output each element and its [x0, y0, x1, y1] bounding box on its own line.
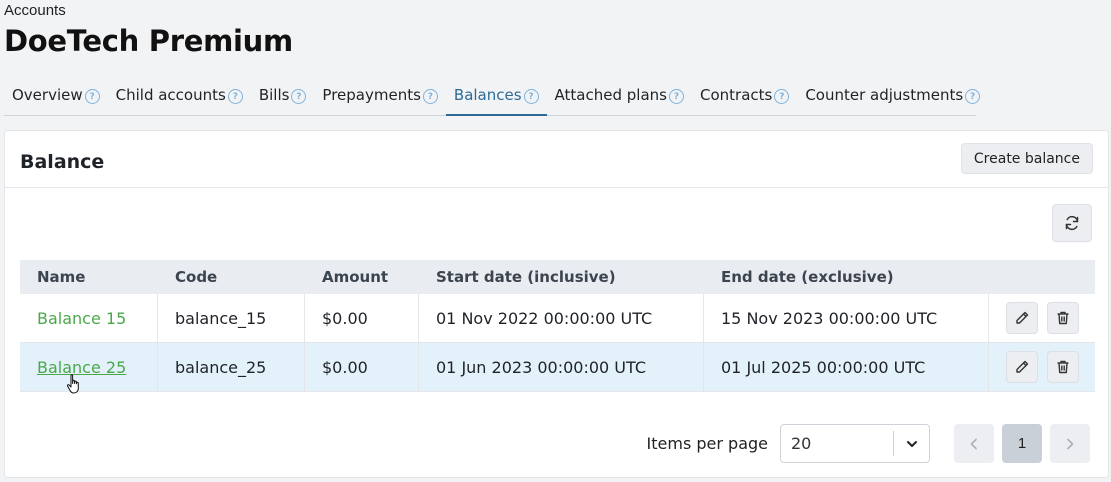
help-icon[interactable]: ?	[422, 89, 438, 104]
help-icon[interactable]: ?	[291, 89, 307, 104]
column-header-name[interactable]: Name	[20, 260, 158, 294]
balances-table: Name Code Amount Start date (inclusive) …	[20, 260, 1095, 392]
start-date-cell: 01 Nov 2022 00:00:00 UTC	[419, 294, 704, 342]
help-icon[interactable]: ?	[523, 89, 539, 104]
help-icon[interactable]: ?	[774, 89, 790, 104]
trash-icon	[1057, 360, 1069, 374]
create-balance-button[interactable]: Create balance	[960, 143, 1093, 174]
table-header: Name Code Amount Start date (inclusive) …	[20, 260, 1095, 294]
help-icon[interactable]: ?	[227, 89, 243, 104]
column-header-actions	[989, 260, 1095, 294]
delete-button[interactable]	[1047, 302, 1079, 334]
page-title: DoeTech Premium	[4, 24, 293, 58]
actions-cell	[989, 343, 1095, 391]
start-date-cell: 01 Jun 2023 00:00:00 UTC	[419, 343, 704, 391]
tab-label: Prepayments	[322, 86, 421, 104]
column-header-amount[interactable]: Amount	[305, 260, 419, 294]
tab-label: Overview	[12, 86, 83, 104]
items-per-page-label: Items per page	[646, 434, 768, 453]
tab-bar: Overview? Child accounts? Bills? Prepaym…	[4, 81, 981, 116]
table-row[interactable]: Balance 15 balance_15 $0.00 01 Nov 2022 …	[20, 294, 1095, 343]
name-cell: Balance 15	[20, 294, 158, 342]
tab-label: Contracts	[699, 86, 773, 104]
refresh-icon	[1065, 215, 1079, 231]
previous-page-button[interactable]	[954, 424, 994, 463]
pencil-icon	[1016, 311, 1029, 324]
refresh-button[interactable]	[1052, 204, 1092, 242]
next-page-button[interactable]	[1050, 424, 1090, 463]
amount-cell: $0.00	[305, 294, 419, 342]
table-row[interactable]: Balance 25 balance_25 $0.00 01 Jun 2023 …	[20, 343, 1095, 392]
actions-cell	[989, 294, 1095, 342]
tab-label: Child accounts	[115, 86, 226, 104]
help-icon[interactable]: ?	[965, 89, 981, 104]
balance-card: Balance Create balance Name Code Amount …	[4, 130, 1109, 478]
items-per-page-select[interactable]: 20	[780, 424, 930, 463]
end-date-cell: 15 Nov 2023 00:00:00 UTC	[704, 294, 989, 342]
tab-bills[interactable]: Bills?	[251, 81, 315, 116]
card-header: Balance Create balance	[5, 131, 1108, 188]
tab-label: Counter adjustments	[805, 86, 964, 104]
tab-overview[interactable]: Overview?	[4, 81, 108, 116]
page-button[interactable]: 1	[1002, 424, 1042, 463]
end-date-cell: 01 Jul 2025 00:00:00 UTC	[704, 343, 989, 391]
name-cell: Balance 25	[20, 343, 158, 391]
tab-attached-plans[interactable]: Attached plans?	[547, 81, 692, 116]
amount-cell: $0.00	[305, 343, 419, 391]
tab-label: Bills	[258, 86, 290, 104]
trash-icon	[1057, 311, 1069, 325]
help-icon[interactable]: ?	[84, 89, 100, 104]
chevron-left-icon	[970, 438, 977, 449]
card-title: Balance	[20, 151, 105, 173]
column-header-code[interactable]: Code	[158, 260, 305, 294]
help-icon[interactable]: ?	[668, 89, 684, 104]
delete-button[interactable]	[1047, 351, 1079, 383]
breadcrumb[interactable]: Accounts	[4, 2, 66, 19]
pagination: Items per page 20 1	[647, 424, 1090, 463]
chevron-right-icon	[1067, 438, 1074, 449]
tab-prepayments[interactable]: Prepayments?	[314, 81, 445, 116]
tab-counter-adjustments[interactable]: Counter adjustments?	[797, 81, 988, 116]
edit-button[interactable]	[1006, 302, 1038, 334]
balance-link[interactable]: Balance 15	[37, 309, 126, 328]
tab-label: Attached plans	[554, 86, 667, 104]
tab-contracts[interactable]: Contracts?	[692, 81, 797, 116]
hand-pointer-cursor-icon	[66, 374, 79, 394]
column-header-start-date[interactable]: Start date (inclusive)	[419, 260, 704, 294]
items-per-page-value: 20	[791, 434, 812, 453]
pencil-icon	[1016, 360, 1029, 373]
chevron-down-icon	[893, 431, 929, 456]
tab-balances[interactable]: Balances?	[445, 81, 547, 116]
tab-child-accounts[interactable]: Child accounts?	[108, 81, 251, 116]
code-cell: balance_15	[158, 294, 305, 342]
tab-label: Balances	[453, 86, 522, 104]
column-header-end-date[interactable]: End date (exclusive)	[704, 260, 989, 294]
code-cell: balance_25	[158, 343, 305, 391]
edit-button[interactable]	[1006, 351, 1038, 383]
